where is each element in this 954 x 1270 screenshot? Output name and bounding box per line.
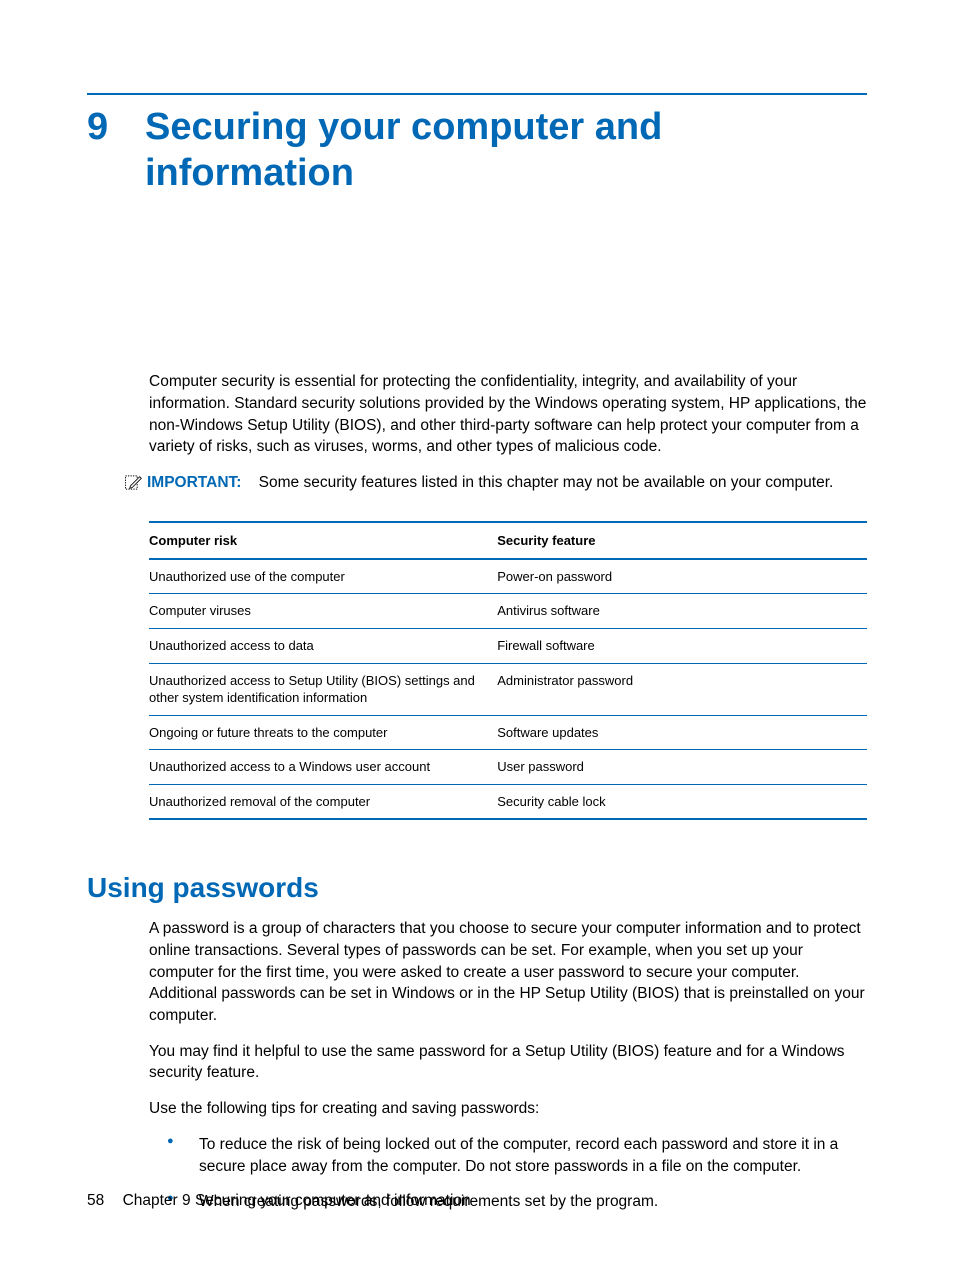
footer-text: Chapter 9 Securing your computer and inf… <box>123 1192 471 1209</box>
table-header-row: Computer risk Security feature <box>149 522 867 559</box>
table-header-risk: Computer risk <box>149 522 497 559</box>
intro-paragraph: Computer security is essential for prote… <box>149 371 867 458</box>
feature-cell: Antivirus software <box>497 594 867 629</box>
risk-cell: Unauthorized use of the computer <box>149 559 497 594</box>
list-item: To reduce the risk of being locked out o… <box>167 1134 867 1177</box>
risk-cell: Unauthorized access to a Windows user ac… <box>149 750 497 785</box>
risk-cell: Unauthorized removal of the computer <box>149 784 497 819</box>
important-body: Some security features listed in this ch… <box>259 474 834 491</box>
risk-cell: Computer viruses <box>149 594 497 629</box>
table-row: Unauthorized access to data Firewall sof… <box>149 629 867 664</box>
table-header-feature: Security feature <box>497 522 867 559</box>
table-row: Unauthorized removal of the computer Sec… <box>149 784 867 819</box>
feature-cell: Administrator password <box>497 663 867 715</box>
page-content: 9 Securing your computer and information… <box>0 0 954 1213</box>
section-paragraph: A password is a group of characters that… <box>149 918 867 1026</box>
chapter-number: 9 <box>87 105 115 151</box>
page-footer: 58 Chapter 9 Securing your computer and … <box>87 1192 471 1210</box>
feature-cell: Security cable lock <box>497 784 867 819</box>
risk-cell: Unauthorized access to Setup Utility (BI… <box>149 663 497 715</box>
section-heading-passwords: Using passwords <box>87 872 867 904</box>
chapter-top-rule <box>87 93 867 95</box>
note-icon <box>123 473 143 497</box>
feature-cell: Power-on password <box>497 559 867 594</box>
page-number: 58 <box>87 1192 104 1209</box>
risk-cell: Ongoing or future threats to the compute… <box>149 715 497 750</box>
feature-cell: Software updates <box>497 715 867 750</box>
table-row: Unauthorized access to a Windows user ac… <box>149 750 867 785</box>
security-risk-table: Computer risk Security feature Unauthori… <box>149 521 867 820</box>
important-label: IMPORTANT: <box>147 474 241 491</box>
section-paragraph: You may find it helpful to use the same … <box>149 1041 867 1084</box>
important-text-wrapper: IMPORTANT: Some security features listed… <box>147 472 833 494</box>
table-row: Computer viruses Antivirus software <box>149 594 867 629</box>
table-row: Unauthorized access to Setup Utility (BI… <box>149 663 867 715</box>
feature-cell: Firewall software <box>497 629 867 664</box>
section-paragraph: Use the following tips for creating and … <box>149 1098 867 1120</box>
risk-cell: Unauthorized access to data <box>149 629 497 664</box>
chapter-header: 9 Securing your computer and information <box>87 105 867 196</box>
chapter-title: Securing your computer and information <box>145 105 867 196</box>
table-row: Unauthorized use of the computer Power-o… <box>149 559 867 594</box>
important-note: IMPORTANT: Some security features listed… <box>123 472 867 497</box>
table-row: Ongoing or future threats to the compute… <box>149 715 867 750</box>
feature-cell: User password <box>497 750 867 785</box>
